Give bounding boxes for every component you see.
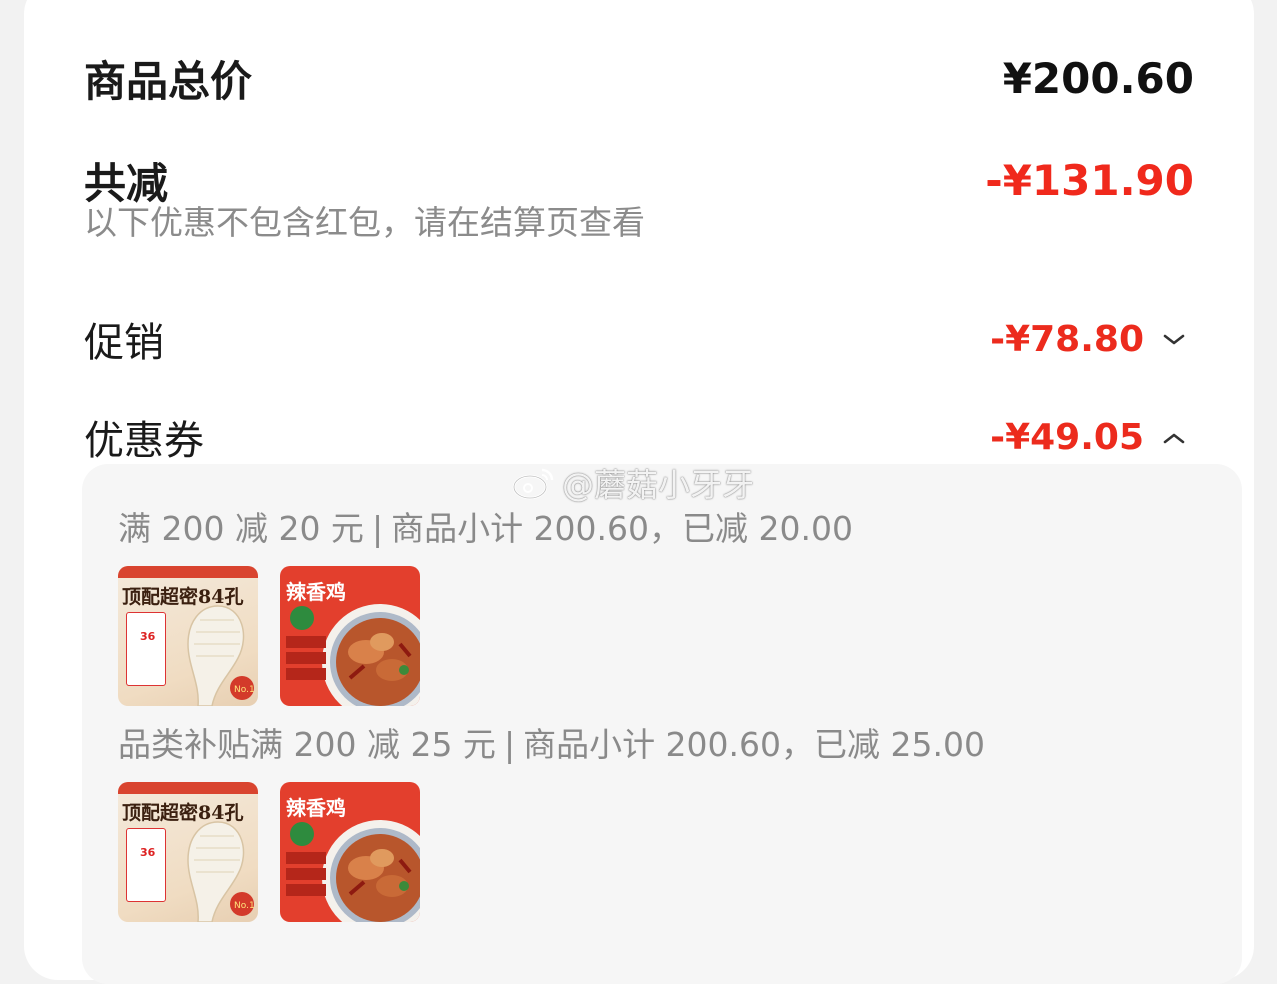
product-thumb-toothbrush[interactable]: 顶配超密84孔 36 No.1 bbox=[118, 782, 258, 922]
toothbrush-icon: No.1 bbox=[187, 821, 255, 922]
thumb-badge: 36 bbox=[140, 846, 156, 859]
weibo-watermark: @蘑菇小牙牙 bbox=[512, 460, 754, 506]
promotion-value: -¥78.80 bbox=[990, 318, 1144, 360]
product-thumb-spicy-chicken[interactable]: 辣香鸡 bbox=[280, 782, 420, 922]
weibo-logo-icon bbox=[512, 468, 554, 500]
thumb-title: 辣香鸡 bbox=[286, 796, 346, 820]
discount-note: 以下优惠不包含红包，请在结算页查看 bbox=[84, 203, 645, 242]
thumb-top-band bbox=[118, 566, 258, 578]
coupon-label: 优惠券 bbox=[84, 418, 204, 464]
coupon-2-title: 品类补贴满 200 减 25 元 | 商品小计 200.60，已减 25.00 bbox=[118, 718, 985, 766]
total-row: 商品总价 ¥200.60 bbox=[84, 48, 1194, 109]
product-thumb-spicy-chicken[interactable]: 辣香鸡 bbox=[280, 566, 420, 706]
coupon-value-wrap: -¥49.05 bbox=[990, 417, 1194, 458]
divider: | bbox=[503, 725, 516, 764]
promotion-label: 促销 bbox=[84, 320, 164, 366]
promotion-row[interactable]: 促销 -¥78.80 bbox=[84, 310, 1194, 368]
coupon-value: -¥49.05 bbox=[990, 416, 1144, 458]
coupon-detail-panel: 满 200 减 20 元 | 商品小计 200.60，已减 20.00 顶配超密84… bbox=[82, 464, 1242, 984]
watermark-text: @蘑菇小牙牙 bbox=[562, 466, 755, 504]
coupon-2-detail: 商品小计 200.60，已减 25.00 bbox=[523, 725, 985, 764]
thumb-top-band bbox=[118, 782, 258, 794]
svg-text:No.1: No.1 bbox=[234, 685, 255, 695]
chevron-down-icon[interactable] bbox=[1154, 325, 1194, 353]
discount-value: -¥131.90 bbox=[985, 156, 1194, 205]
coupon-1-name: 满 200 减 20 元 bbox=[118, 509, 364, 548]
total-label: 商品总价 bbox=[84, 57, 253, 106]
thumb-title: 辣香鸡 bbox=[286, 580, 346, 604]
chevron-up-icon[interactable] bbox=[1154, 423, 1194, 451]
product-thumb-toothbrush[interactable]: 顶配超密84孔 36 No.1 bbox=[118, 566, 258, 706]
thumb-badge: 36 bbox=[140, 630, 156, 643]
total-value: ¥200.60 bbox=[1002, 54, 1194, 103]
toothbrush-icon: No.1 bbox=[187, 605, 255, 706]
coupon-row[interactable]: 优惠券 -¥49.05 bbox=[84, 408, 1194, 466]
coupon-1-title: 满 200 减 20 元 | 商品小计 200.60，已减 20.00 bbox=[118, 502, 853, 550]
divider: | bbox=[371, 509, 384, 548]
coupon-2-name: 品类补贴满 200 减 25 元 bbox=[118, 725, 496, 764]
svg-text:No.1: No.1 bbox=[234, 901, 255, 911]
coupon-1-detail: 商品小计 200.60，已减 20.00 bbox=[391, 509, 853, 548]
promotion-value-wrap: -¥78.80 bbox=[990, 319, 1194, 360]
